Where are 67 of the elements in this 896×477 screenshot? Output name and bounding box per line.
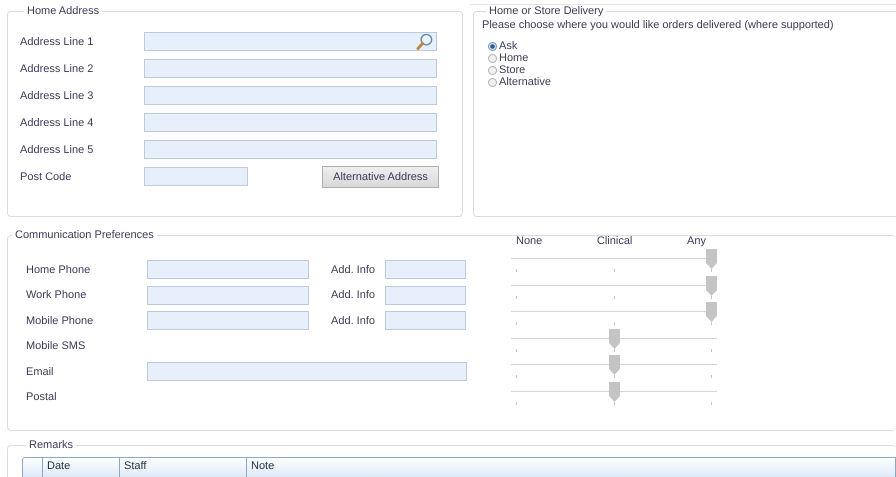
field-label: Address Line 2: [20, 62, 94, 74]
field-label: Add. Info: [331, 264, 376, 276]
slider-thumb[interactable]: [608, 328, 620, 349]
tick-mark: [516, 402, 517, 405]
radio-button[interactable]: [488, 66, 497, 74]
phone-field[interactable]: [147, 260, 309, 280]
tick-mark: [711, 322, 712, 326]
field-label: Address Line 5: [20, 144, 94, 156]
search-icon[interactable]: [416, 33, 433, 50]
field-label: Mobile Phone: [26, 314, 94, 327]
radio-label[interactable]: Ask: [499, 40, 518, 52]
tick-mark: [711, 402, 712, 405]
field-label: Home Phone: [26, 264, 92, 276]
input-field[interactable]: [144, 59, 437, 78]
tick-mark: [516, 296, 517, 299]
slider-thumb[interactable]: [706, 249, 716, 269]
postcode-field[interactable]: [144, 167, 248, 186]
radio-label[interactable]: Store: [499, 64, 526, 76]
slider-thumb[interactable]: [608, 355, 620, 376]
input-field[interactable]: [144, 86, 437, 105]
column-header[interactable]: Staff: [120, 458, 247, 477]
scale-label: None: [516, 235, 542, 249]
radio-label[interactable]: Alternative: [499, 76, 551, 88]
scale-label: Any: [687, 235, 706, 249]
phone-field[interactable]: [147, 311, 309, 330]
slider-thumb[interactable]: [706, 276, 716, 296]
radio-button[interactable]: [488, 78, 497, 86]
input-field[interactable]: [144, 32, 437, 51]
input-field[interactable]: [144, 140, 437, 159]
alternative-address-button[interactable]: Alternative Address: [322, 166, 439, 188]
radio-button[interactable]: [488, 42, 497, 50]
slider-thumb[interactable]: [706, 302, 716, 322]
panel-title: Communication Preferences: [14, 229, 155, 241]
radio-button[interactable]: [488, 54, 497, 62]
column-header[interactable]: Date: [43, 458, 120, 477]
tick-mark: [711, 296, 712, 299]
field-label: Post Code: [20, 170, 72, 182]
field-label: Mobile SMS: [26, 340, 86, 352]
field-label: Postal: [26, 391, 58, 404]
info-field[interactable]: [385, 260, 466, 280]
info-field[interactable]: [385, 286, 466, 305]
panel-title: Remarks: [28, 439, 74, 451]
field-label: Work Phone: [26, 289, 88, 302]
field-label: Address Line 3: [20, 90, 94, 102]
tick-mark: [516, 322, 517, 326]
field-label: Address Line 4: [20, 116, 94, 128]
tick-mark: [711, 375, 712, 378]
radio-label[interactable]: Home: [499, 52, 528, 64]
field-label: Add. Info: [331, 314, 376, 327]
column-header[interactable]: Note: [247, 458, 895, 477]
field-label: Add. Info: [331, 289, 376, 302]
panel-title: Home or Store Delivery: [488, 5, 604, 17]
input-field[interactable]: [144, 113, 437, 132]
field-label: Email: [26, 366, 55, 378]
tick-mark: [516, 375, 517, 378]
phone-field[interactable]: [147, 286, 309, 305]
tick-mark: [516, 269, 517, 272]
scale-label: Clinical: [596, 235, 632, 249]
tick-mark: [711, 269, 712, 272]
delivery-prompt: Please choose where you would like orders delivered (where supported): [482, 19, 835, 31]
panel-title: Home Address: [26, 5, 100, 17]
input-field[interactable]: [147, 362, 467, 382]
tick-mark: [711, 348, 712, 352]
slider-thumb[interactable]: [608, 382, 620, 402]
field-label: Address Line 1: [20, 36, 94, 48]
info-field[interactable]: [385, 311, 466, 330]
tick-mark: [516, 348, 517, 352]
